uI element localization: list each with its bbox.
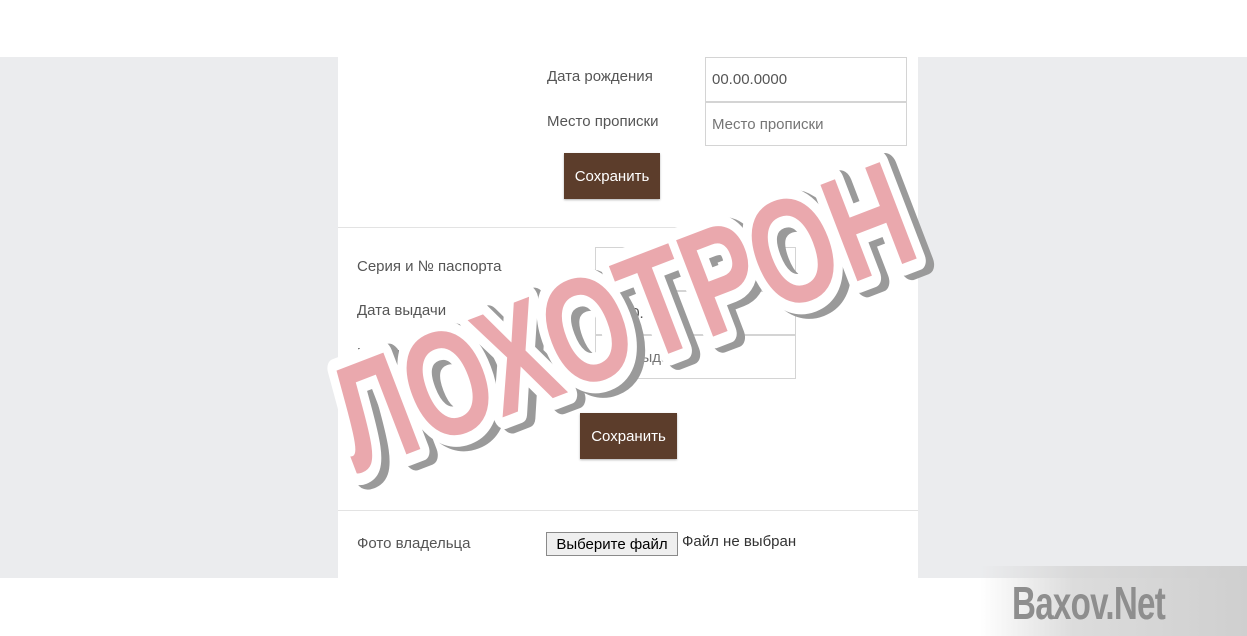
save-button-passport[interactable]: Сохранить: [580, 413, 677, 459]
registration-input[interactable]: [705, 102, 907, 146]
passport-number-input[interactable]: [595, 247, 796, 291]
section-divider: [338, 227, 918, 228]
birth-date-input[interactable]: [705, 57, 907, 102]
birth-date-label: Дата рождения: [547, 68, 653, 85]
save-button-personal[interactable]: Сохранить: [564, 153, 660, 199]
site-watermark: Baxov.Net: [1012, 577, 1166, 629]
issue-date-label: Дата выдачи: [357, 302, 447, 319]
issued-by-input[interactable]: [595, 335, 796, 379]
choose-file-button[interactable]: Выберите файл: [546, 532, 678, 556]
file-status-text: Файл не выбран: [682, 533, 797, 550]
issue-date-input[interactable]: [595, 291, 796, 335]
owner-photo-label: Фото владельца: [357, 535, 471, 552]
section-divider-2: [338, 510, 918, 511]
passport-number-label: Серия и № паспорта: [357, 258, 502, 275]
registration-label: Место прописки: [547, 113, 659, 130]
profile-form-panel: Дата рождения Место прописки Сохранить С…: [338, 57, 918, 578]
issued-by-label: Кем выдан: [357, 345, 433, 362]
